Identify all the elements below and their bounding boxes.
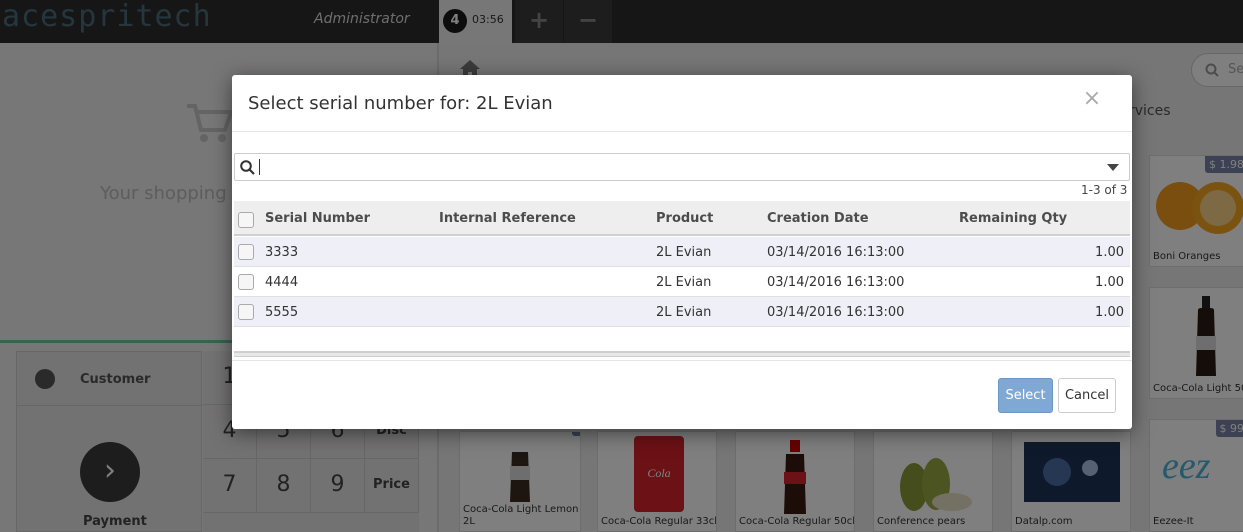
cell-serial: 5555 <box>265 305 299 320</box>
column-header-creation-date[interactable]: Creation Date <box>767 211 869 226</box>
cancel-button[interactable]: Cancel <box>1058 378 1116 413</box>
select-all-checkbox[interactable] <box>238 212 254 228</box>
cell-serial: 4444 <box>265 275 299 290</box>
row-checkbox[interactable] <box>238 244 254 260</box>
search-icon <box>240 160 255 175</box>
table-row[interactable]: 5555 2L Evian 03/14/2016 16:13:00 1.00 <box>234 297 1130 327</box>
text-cursor <box>259 159 260 175</box>
column-header-serial[interactable]: Serial Number <box>265 211 370 226</box>
table-row[interactable]: 3333 2L Evian 03/14/2016 16:13:00 1.00 <box>234 237 1130 267</box>
column-header-product[interactable]: Product <box>656 211 713 226</box>
pager-value: 1-3 of 3 <box>1081 183 1128 197</box>
column-header-remaining-qty[interactable]: Remaining Qty <box>959 211 1067 226</box>
cell-remaining-qty: 1.00 <box>1095 305 1124 320</box>
serial-search-input[interactable] <box>234 153 1130 181</box>
row-checkbox[interactable] <box>238 304 254 320</box>
dialog-footer: Select Cancel <box>232 360 1132 429</box>
dialog-header: Select serial number for: 2L Evian × <box>232 75 1132 132</box>
table-footer <box>234 351 1130 357</box>
select-button[interactable]: Select <box>998 378 1053 413</box>
cell-remaining-qty: 1.00 <box>1095 275 1124 290</box>
column-header-internal-ref[interactable]: Internal Reference <box>439 211 576 226</box>
cell-remaining-qty: 1.00 <box>1095 245 1124 260</box>
dialog-title: Select serial number for: 2L Evian <box>248 93 553 114</box>
cell-product: 2L Evian <box>656 305 712 320</box>
table-header: Serial Number Internal Reference Product… <box>234 201 1130 236</box>
serial-number-dialog: Select serial number for: 2L Evian × 1-3… <box>232 75 1132 429</box>
close-icon[interactable]: × <box>1080 87 1104 111</box>
row-checkbox[interactable] <box>238 274 254 290</box>
cell-creation-date: 03/14/2016 16:13:00 <box>767 305 905 320</box>
cell-product: 2L Evian <box>656 245 712 260</box>
dropdown-arrow-icon[interactable] <box>1107 164 1119 171</box>
cell-creation-date: 03/14/2016 16:13:00 <box>767 275 905 290</box>
cell-creation-date: 03/14/2016 16:13:00 <box>767 245 905 260</box>
table-row[interactable]: 4444 2L Evian 03/14/2016 16:13:00 1.00 <box>234 267 1130 297</box>
cell-serial: 3333 <box>265 245 299 260</box>
cell-product: 2L Evian <box>656 275 712 290</box>
